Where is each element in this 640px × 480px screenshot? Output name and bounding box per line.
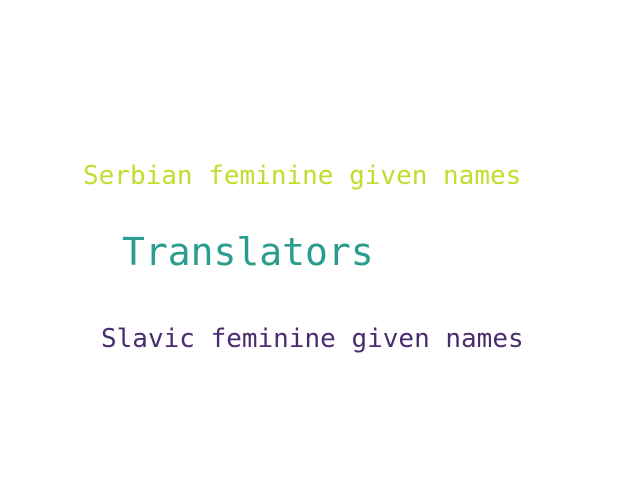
word-cloud: Serbian feminine given names Translators… xyxy=(0,0,640,480)
word-translators: Translators xyxy=(122,230,374,274)
word-serbian-feminine-given-names: Serbian feminine given names xyxy=(83,161,522,191)
word-slavic-feminine-given-names: Slavic feminine given names xyxy=(101,324,524,354)
